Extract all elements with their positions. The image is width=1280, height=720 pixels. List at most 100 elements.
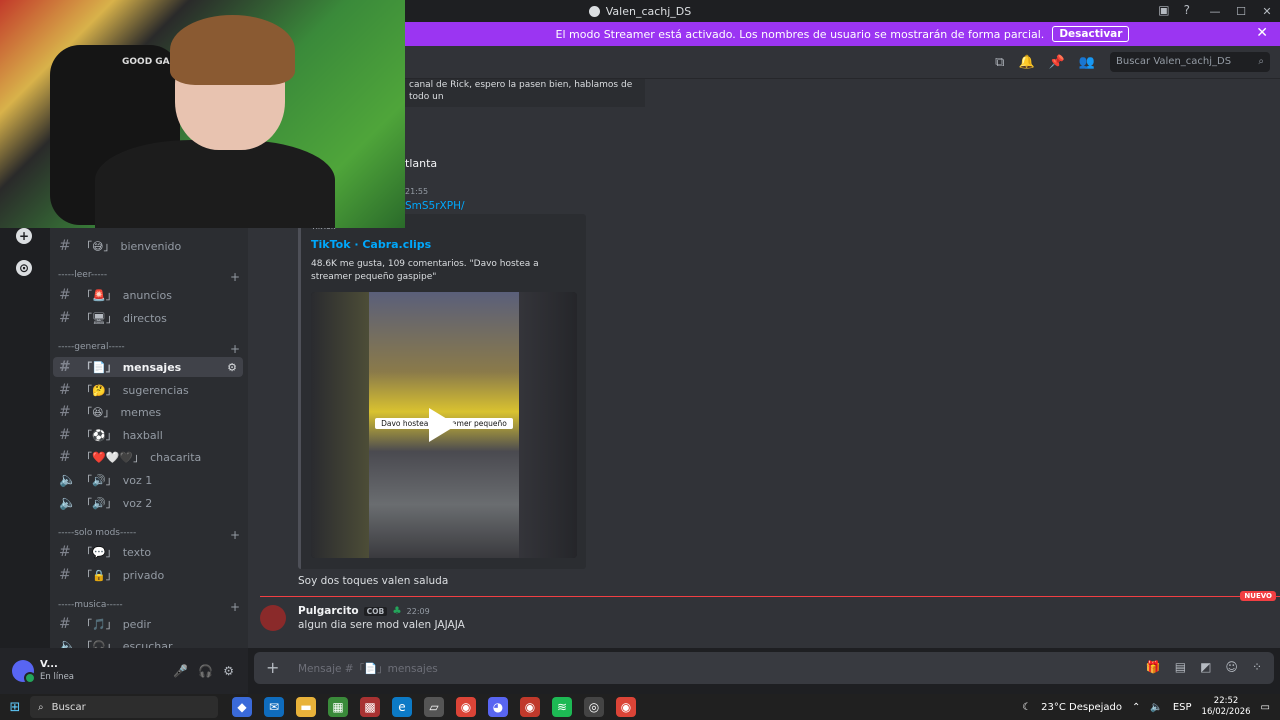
inbox-icon[interactable]: ▣ — [1158, 3, 1169, 17]
headphones-icon[interactable]: 🎧 — [198, 664, 213, 678]
channel-label: voz 2 — [122, 496, 153, 510]
close-icon[interactable]: ✕ — [1256, 25, 1268, 41]
lang-label[interactable]: ESP — [1173, 702, 1192, 713]
microphone-icon[interactable]: 🎤 — [173, 664, 188, 678]
app-icon[interactable]: ▩ — [360, 697, 380, 717]
clock-time: 22:52 — [1213, 696, 1239, 706]
members-icon[interactable]: 👥 — [1079, 55, 1095, 70]
category-label: -----solo mods----- — [58, 528, 137, 538]
message-fragment: canal de Rick, espero la pasen bien, hab… — [405, 79, 645, 107]
channel-prefix: 「💬」 — [81, 546, 117, 559]
channel-label: directos — [122, 311, 167, 325]
embed-title[interactable]: TikTok · Cabra.clips — [311, 238, 431, 251]
channel-texto[interactable]: # 「💬」 texto — [53, 542, 243, 562]
category-general[interactable]: -----general----- + — [58, 342, 244, 356]
channel-voz-1[interactable]: 🔈 「🔊」 voz 1 — [53, 470, 243, 490]
obs-icon[interactable]: ◎ — [584, 697, 604, 717]
channel-pedir[interactable]: # 「🎵」 pedir — [53, 614, 243, 634]
notification-icon[interactable]: ▭ — [1261, 702, 1270, 713]
file-explorer-icon[interactable]: ▬ — [296, 697, 316, 717]
pin-icon[interactable]: 📌 — [1049, 55, 1065, 70]
channel-label: bienvenido — [120, 239, 182, 253]
channel-haxball[interactable]: # 「⚽」 haxball — [53, 425, 243, 445]
add-attachment-icon[interactable]: + — [266, 658, 279, 677]
speaker-icon: 🔈 — [59, 495, 77, 511]
search-placeholder: Buscar Valen_cachj_DS — [1116, 56, 1232, 67]
tray-chevron-icon[interactable]: ⌃ — [1132, 702, 1140, 713]
avatar[interactable] — [12, 660, 36, 684]
channel-label: privado — [122, 568, 165, 582]
avatar[interactable] — [260, 605, 286, 631]
message-time: 22:09 — [406, 606, 430, 616]
add-channel-icon[interactable]: + — [230, 528, 240, 542]
add-channel-icon[interactable]: + — [230, 270, 240, 284]
add-channel-icon[interactable]: + — [230, 342, 240, 356]
channel-label: haxball — [122, 428, 163, 442]
chrome-icon[interactable]: ◉ — [456, 697, 476, 717]
search-input[interactable]: Buscar Valen_cachj_DS ⌕ — [1110, 52, 1270, 72]
user-info[interactable]: V... En línea — [40, 659, 74, 683]
category-solo-mods[interactable]: -----solo mods----- + — [58, 528, 244, 542]
category-label: -----general----- — [58, 342, 125, 352]
gift-icon[interactable]: 🎁 — [1146, 660, 1161, 674]
message-composer[interactable]: + Mensaje #「📄」mensajes 🎁 ▤ ◩ ☺ ⁘ — [254, 652, 1274, 684]
username: V... — [40, 659, 58, 670]
channel-prefix: 「❤️🤍🖤」 — [81, 451, 145, 464]
channel-label: chacarita — [150, 450, 202, 464]
minimize-button[interactable]: — — [1202, 5, 1228, 18]
windows-start-icon[interactable]: ⊞ — [0, 700, 30, 715]
copilot-icon[interactable]: ◆ — [232, 697, 252, 717]
outlook-icon[interactable]: ✉ — [264, 697, 284, 717]
channel-voz-2[interactable]: 🔈 「🔊」 voz 2 — [53, 493, 243, 513]
emoji-icon[interactable]: ☺ — [1225, 660, 1238, 674]
add-server-icon[interactable]: + — [16, 228, 32, 244]
video-thumbnail[interactable]: Davo hostea a streamer pequeño — [311, 292, 577, 558]
notes-icon[interactable]: ▱ — [424, 697, 444, 717]
hash-icon: # — [59, 544, 71, 560]
discord-icon[interactable]: ◕ — [488, 697, 508, 717]
message-link[interactable]: SmS5rXPH/ — [405, 200, 465, 212]
category-musica[interactable]: -----musica----- + — [58, 600, 244, 614]
weather-icon[interactable]: ☾ — [1022, 702, 1031, 713]
weather-text[interactable]: 23°C Despejado — [1041, 702, 1122, 713]
threads-icon[interactable]: ⧉ — [995, 55, 1004, 70]
gear-icon[interactable]: ⚙ — [223, 664, 234, 678]
channel-privado[interactable]: # 「🔒」 privado — [53, 565, 243, 585]
channel-label: sugerencias — [122, 383, 189, 397]
chrome-profile-2-icon[interactable]: ◉ — [616, 697, 636, 717]
channel-anuncios[interactable]: # 「🚨」 anuncios — [53, 285, 243, 305]
author-name[interactable]: Pulgarcito — [298, 605, 359, 617]
taskbar-search[interactable]: ⌕ Buscar — [30, 696, 218, 718]
hash-icon: # — [59, 567, 71, 583]
edge-icon[interactable]: e — [392, 697, 412, 717]
channel-sugerencias[interactable]: # 「🤔」 sugerencias — [53, 380, 243, 400]
channel-memes[interactable]: # 「😆」 memes — [53, 402, 243, 422]
close-window-button[interactable]: ✕ — [1254, 5, 1280, 18]
spotify-icon[interactable]: ≋ — [552, 697, 572, 717]
minecraft-icon[interactable]: ▦ — [328, 697, 348, 717]
channel-directos[interactable]: # 「🖥」 directos — [53, 308, 243, 328]
channel-mensajes[interactable]: # 「📄」 mensajes ⚙ — [53, 357, 243, 377]
channel-bienvenido[interactable]: # 「😅」 bienvenido — [53, 236, 243, 256]
chrome-profile-icon[interactable]: ◉ — [520, 697, 540, 717]
sticker-icon[interactable]: ◩ — [1200, 660, 1211, 674]
play-icon[interactable] — [429, 408, 457, 442]
windows-taskbar: ⊞ ⌕ Buscar ◆ ✉ ▬ ▦ ▩ e ▱ ◉ ◕ ◉ ≋ ◎ ◉ ☾ 2… — [0, 694, 1280, 720]
category-label: -----musica----- — [58, 600, 123, 610]
apps-icon[interactable]: ⁘ — [1252, 660, 1262, 674]
explore-icon[interactable]: ⊙ — [16, 260, 32, 276]
channel-label: memes — [120, 405, 162, 419]
add-channel-icon[interactable]: + — [230, 600, 240, 614]
help-icon[interactable]: ? — [1184, 3, 1190, 17]
clock[interactable]: 22:52 16/02/2026 — [1202, 696, 1251, 718]
new-badge: NUEVO — [1240, 591, 1276, 601]
volume-icon[interactable]: 🔈 — [1150, 702, 1162, 713]
gif-icon[interactable]: ▤ — [1175, 660, 1186, 674]
channel-chacarita[interactable]: # 「❤️🤍🖤」 chacarita — [53, 447, 243, 467]
category-leer[interactable]: -----leer----- + — [58, 270, 244, 284]
webcam-person-hair — [170, 15, 295, 85]
deactivate-button[interactable]: Desactivar — [1052, 26, 1130, 42]
bell-icon[interactable]: 🔔 — [1018, 55, 1034, 70]
maximize-button[interactable]: ☐ — [1228, 5, 1254, 18]
channel-settings-icon[interactable]: ⚙ — [227, 361, 237, 374]
